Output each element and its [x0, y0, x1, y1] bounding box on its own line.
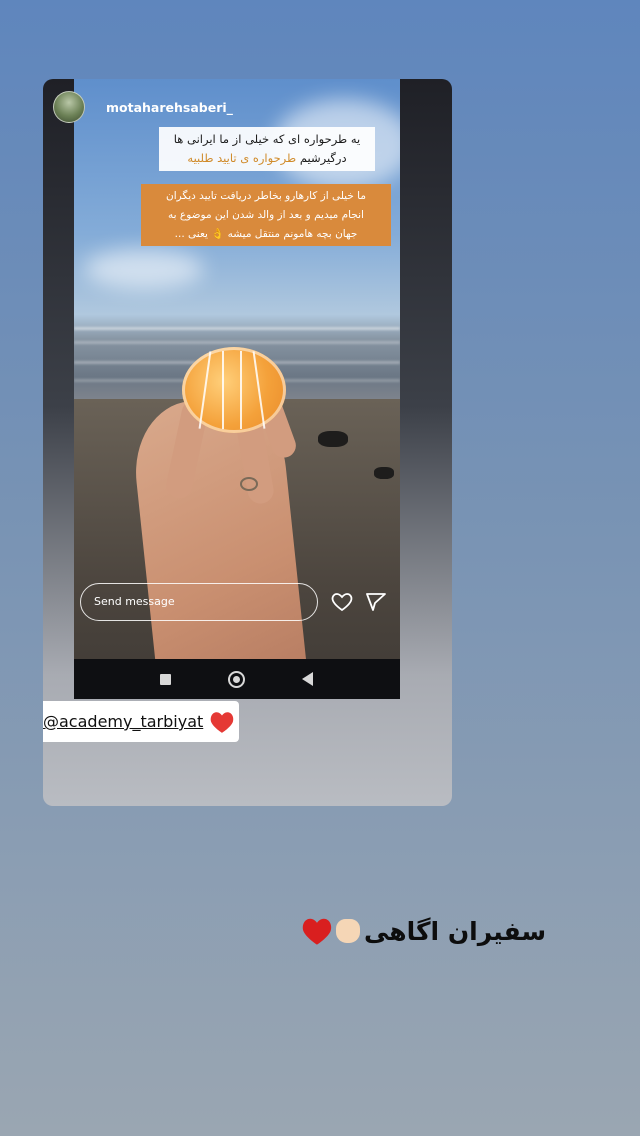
caption-line: درگیرشیم طرحواره ی تایید طلبیه — [159, 149, 375, 168]
mention-sticker[interactable]: @academy_tarbiyat — [43, 701, 239, 742]
story-caption-white: یه طرحواره ای که خیلی از ما ایرانی ها در… — [159, 127, 375, 171]
back-icon[interactable] — [302, 672, 313, 686]
story-media: یه طرحواره ای که خیلی از ما ایرانی ها در… — [74, 79, 400, 699]
caption-line: انجام میدیم و بعد از والد شدن این موضوع … — [168, 209, 364, 221]
username[interactable]: motaharehsaberi_ — [106, 100, 233, 115]
wave — [74, 341, 400, 344]
heart-icon[interactable] — [330, 590, 354, 614]
avatar[interactable] — [53, 91, 85, 123]
wave — [74, 327, 400, 330]
red-heart-icon — [210, 711, 234, 733]
send-message-input[interactable]: Send message — [80, 583, 318, 621]
mention-handle[interactable]: @academy_tarbiyat — [43, 712, 203, 731]
red-heart-icon — [302, 918, 332, 945]
caption-line: یه طرحواره ای که خیلی از ما ایرانی ها — [173, 132, 361, 146]
story-text-caption: سفیران اگاهی — [300, 906, 580, 956]
ok-hand-icon — [336, 919, 360, 943]
story-caption-orange: ما خیلی از کارهارو بخاطر دریافت تایید دی… — [141, 184, 391, 246]
caption-text: درگیرشیم — [296, 151, 347, 165]
recents-icon[interactable] — [160, 674, 171, 685]
rock — [318, 431, 348, 447]
reposted-story-card: یه طرحواره ای که خیلی از ما ایرانی ها در… — [43, 79, 452, 806]
rock — [374, 467, 394, 479]
android-nav-bar — [74, 659, 400, 699]
cloud — [84, 249, 204, 289]
caption-text: سفیران اگاهی — [364, 916, 547, 946]
send-icon[interactable] — [364, 590, 388, 614]
caption-line: ما خیلی از کارهارو بخاطر دریافت تایید دی… — [166, 190, 366, 202]
home-icon[interactable] — [228, 671, 245, 688]
caption-line: جهان بچه هامونم منتقل میشه 👌 یعنی ... — [174, 228, 358, 240]
caption-highlight: طرحواره ی تایید طلبیه — [187, 151, 297, 165]
peeled-tangerine — [182, 347, 286, 433]
story-header: motaharehsaberi_ — [53, 91, 233, 123]
ring — [240, 477, 258, 491]
